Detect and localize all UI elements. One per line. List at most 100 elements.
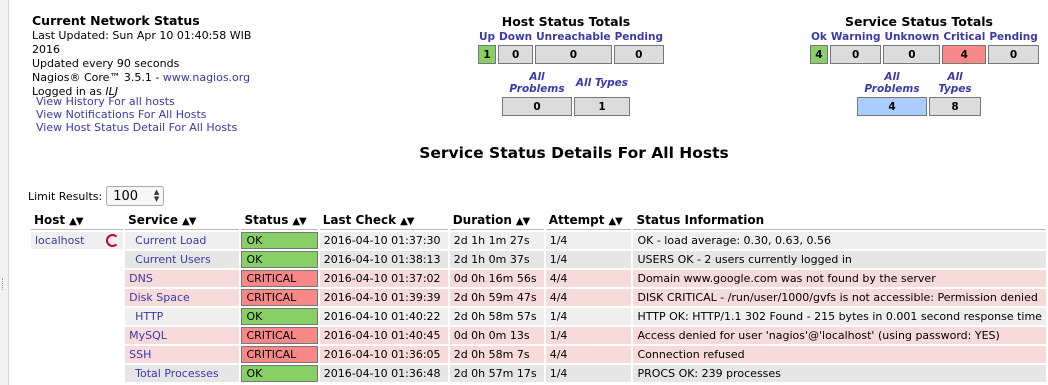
page-title: Service Status Details For All Hosts: [419, 144, 729, 162]
attempt-cell: 4/4: [545, 270, 632, 287]
host-pending-header[interactable]: Pending: [614, 31, 664, 43]
limit-results-spinner[interactable]: 100 ▲ ▼: [106, 186, 165, 206]
col-service: Service ▲▼: [125, 211, 240, 230]
sort-arrows-icon[interactable]: ▲▼: [608, 216, 622, 227]
status-information-cell: Access denied for user 'nagios'@'localho…: [633, 327, 1046, 344]
version-text: Nagios® Core™ 3.5.1 -: [32, 71, 163, 84]
host-up-header[interactable]: Up: [478, 31, 496, 43]
frame-resize-grip[interactable]: [2, 278, 6, 290]
sort-arrows-icon[interactable]: ▲▼: [69, 216, 83, 227]
sort-arrows-icon[interactable]: ▲▼: [182, 216, 196, 227]
svc-warning-count: 0: [829, 45, 882, 64]
view-notifications-link[interactable]: View Notifications For All Hosts: [36, 108, 237, 121]
service-link[interactable]: MySQL: [129, 329, 167, 342]
svc-unknown-header[interactable]: Unknown: [883, 31, 940, 43]
duration-cell: 2d 0h 59m 47s: [449, 289, 544, 306]
service-link[interactable]: DNS: [129, 272, 153, 285]
service-status-table: Host ▲▼ Service ▲▼ Status ▲▼ Last Check ▲▼ D…: [29, 209, 1048, 384]
svc-unknown-count: 0: [883, 45, 941, 64]
host-cell-empty: [31, 346, 123, 363]
service-link[interactable]: SSH: [129, 348, 151, 361]
col-status-information: Status Information: [633, 211, 1046, 230]
service-link[interactable]: Current Users: [129, 253, 211, 266]
host-all-types-header[interactable]: All Types: [574, 71, 630, 95]
svc-all-problems-header[interactable]: All Problems: [857, 71, 927, 95]
col-attempt-label: Attempt: [548, 213, 605, 227]
table-row: HTTP OK 2016-04-10 01:40:22 2d 0h 58m 57s 1/…: [31, 308, 1046, 325]
service-cell: Current Users: [125, 251, 240, 268]
info-title: Current Network Status: [32, 13, 200, 28]
status-information-cell: USERS OK - 2 users currently logged in: [633, 251, 1046, 268]
host-pending-count: 0: [613, 45, 664, 64]
status-badge: OK: [241, 251, 318, 268]
table-row: SSH CRITICAL 2016-04-10 01:36:05 2d 0h 58m …: [31, 346, 1046, 363]
last-check-cell: 2016-04-10 01:37:30: [319, 232, 448, 249]
col-duration-label: Duration: [452, 213, 512, 227]
col-status-label: Status: [244, 213, 289, 227]
status-information-cell: PROCS OK: 239 processes: [633, 365, 1046, 382]
col-host-label: Host: [34, 213, 66, 227]
service-cell: SSH: [125, 346, 240, 363]
service-totals-title: Service Status Totals: [845, 14, 993, 29]
limit-results-value[interactable]: 100: [113, 189, 138, 204]
service-link[interactable]: HTTP: [129, 310, 163, 323]
debian-swirl-icon[interactable]: [106, 234, 120, 247]
host-link[interactable]: localhost: [35, 234, 84, 247]
host-up-count: 1: [478, 45, 497, 64]
nagios-website-link[interactable]: www.nagios.org: [163, 71, 250, 84]
status-information-cell: Domain www.google.com was not found by t…: [633, 270, 1046, 287]
sort-arrows-icon[interactable]: ▲▼: [400, 216, 414, 227]
host-cell-empty: [31, 308, 123, 325]
status-badge: CRITICAL: [241, 327, 318, 344]
duration-cell: 2d 0h 57m 17s: [449, 365, 544, 382]
view-host-status-link[interactable]: View Host Status Detail For All Hosts: [36, 121, 237, 134]
last-check-cell: 2016-04-10 01:39:39: [319, 289, 448, 306]
host-unreachable-header[interactable]: Unreachable: [535, 31, 611, 43]
host-down-header[interactable]: Down: [498, 31, 533, 43]
svc-ok-header[interactable]: Ok: [810, 31, 828, 43]
host-cell: localhost: [31, 232, 124, 249]
host-all-problems-header[interactable]: All Problems: [502, 71, 572, 95]
sort-arrows-icon[interactable]: ▲▼: [292, 216, 306, 227]
duration-cell: 2d 0h 58m 57s: [449, 308, 544, 325]
spinner-arrows-icon[interactable]: ▲ ▼: [154, 189, 159, 203]
svc-all-types-count: 8: [929, 97, 981, 116]
service-link[interactable]: Disk Space: [129, 291, 190, 304]
host-cell-empty: [31, 289, 123, 306]
duration-cell: 2d 0h 58m 7s: [449, 346, 544, 363]
svc-all-types-header[interactable]: All Types: [929, 71, 981, 95]
host-all-types-count: 1: [574, 97, 630, 116]
service-cell: MySQL: [125, 327, 240, 344]
left-frame-border[interactable]: [0, 0, 9, 385]
col-status: Status ▲▼: [241, 211, 318, 230]
sort-arrows-icon[interactable]: ▲▼: [516, 216, 530, 227]
col-last-check-label: Last Check: [322, 213, 397, 227]
service-link[interactable]: Total Processes: [129, 367, 218, 380]
svc-pending-header[interactable]: Pending: [988, 31, 1038, 43]
status-badge: CRITICAL: [241, 346, 318, 363]
host-unreachable-count: 0: [535, 45, 612, 64]
svc-warning-header[interactable]: Warning: [830, 31, 882, 43]
service-link[interactable]: Current Load: [129, 234, 206, 247]
svc-critical-header[interactable]: Critical: [942, 31, 986, 43]
status-badge: OK: [241, 365, 318, 382]
attempt-cell: 1/4: [545, 365, 632, 382]
attempt-cell: 1/4: [545, 327, 632, 344]
attempt-cell: 1/4: [545, 251, 632, 268]
table-row: Total Processes OK 2016-04-10 01:36:48 2d 0…: [31, 365, 1046, 382]
last-check-cell: 2016-04-10 01:36:05: [319, 346, 448, 363]
view-history-link[interactable]: View History For all hosts: [36, 95, 237, 108]
svc-ok-count: 4: [810, 45, 828, 64]
last-updated: Last Updated: Sun Apr 10 01:40:58 WIB 20…: [32, 29, 252, 56]
svc-all-problems-count: 4: [857, 97, 927, 116]
host-cell-empty: [31, 365, 123, 382]
table-row: MySQL CRITICAL 2016-04-10 01:40:45 0d 0h 0m…: [31, 327, 1046, 344]
host-cell-empty: [31, 251, 123, 268]
host-cell-empty: [31, 327, 123, 344]
svc-critical-count: 4: [942, 45, 987, 64]
attempt-cell: 4/4: [545, 346, 632, 363]
table-row: Current Users OK 2016-04-10 01:38:13 2d 1h …: [31, 251, 1046, 268]
col-status-information-label: Status Information: [636, 213, 765, 227]
service-cell: Total Processes: [125, 365, 240, 382]
status-badge: CRITICAL: [241, 270, 318, 287]
